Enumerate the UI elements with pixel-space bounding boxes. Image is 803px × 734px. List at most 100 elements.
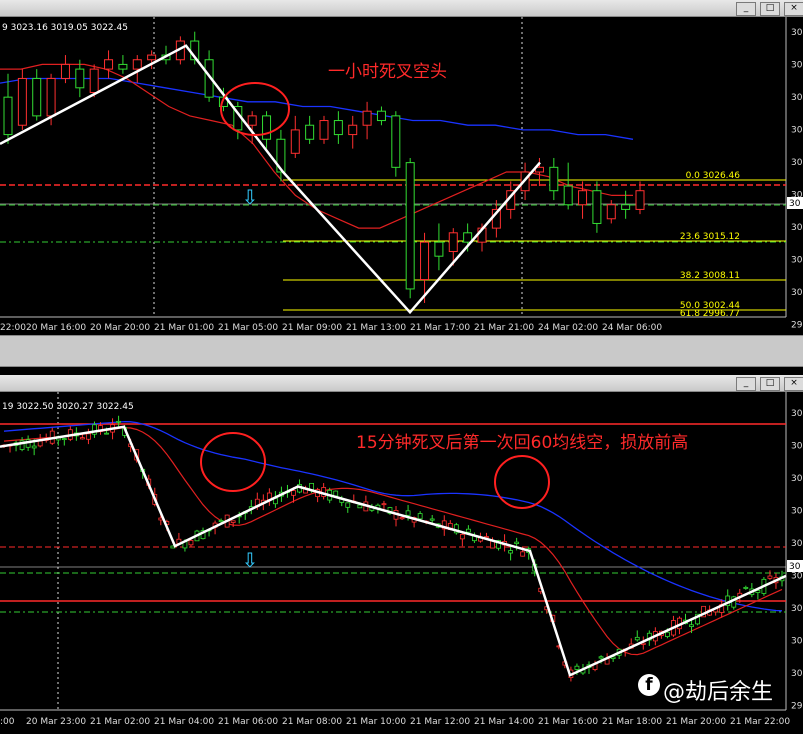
candle-body[interactable] <box>592 190 602 224</box>
fib-level-label: 38.2 3008.11 <box>680 271 740 281</box>
candle-body[interactable] <box>549 166 559 192</box>
candle-body[interactable] <box>357 504 363 509</box>
bottom-window-titlebar[interactable]: _ □ × <box>0 375 803 392</box>
y-tick-label: 30 <box>791 669 803 679</box>
x-tick-label: 24 Mar 02:00 <box>538 323 598 333</box>
candle-body[interactable] <box>743 586 749 589</box>
restore-button[interactable]: □ <box>760 377 780 391</box>
candle-body[interactable] <box>391 115 401 168</box>
candle-body[interactable] <box>417 513 423 520</box>
candle-body[interactable] <box>291 490 296 496</box>
x-tick-label: 21 Mar 16:00 <box>538 717 598 727</box>
candle-body[interactable] <box>514 541 520 544</box>
candle-body[interactable] <box>420 241 430 281</box>
candle-body[interactable] <box>459 534 465 540</box>
candle-body[interactable] <box>621 204 631 210</box>
x-tick-label: 21 Mar 08:00 <box>282 717 342 727</box>
candle-body[interactable] <box>767 575 773 579</box>
candle-body[interactable] <box>665 631 670 637</box>
annotation-15m: 15分钟死叉后第一次回60均线空，损放前高 <box>356 433 689 453</box>
x-tick-label: 21 Mar 05:00 <box>218 323 278 333</box>
candle-body[interactable] <box>508 550 514 554</box>
x-tick-label: 21 Mar 17:00 <box>410 323 470 333</box>
candle-body[interactable] <box>305 124 315 140</box>
candle-body[interactable] <box>520 551 526 557</box>
y-tick-label: 30 <box>791 223 803 233</box>
candle-body[interactable] <box>31 445 37 449</box>
candle-body[interactable] <box>188 540 194 546</box>
candle-body[interactable] <box>290 129 300 154</box>
candle-body[interactable] <box>376 110 386 122</box>
x-tick-label: 21 Mar 18:00 <box>602 717 662 727</box>
candle-body[interactable] <box>218 520 224 523</box>
candle-body[interactable] <box>17 77 27 126</box>
x-tick-label: 21 Mar 04:00 <box>154 717 214 727</box>
x-tick-label: 21 Mar 13:00 <box>346 323 406 333</box>
candle-body[interactable] <box>247 115 257 126</box>
x-tick-label: 20 Mar 16:00 <box>26 323 86 333</box>
x-tick-label: 20 Mar 20:00 <box>90 323 150 333</box>
candle-body[interactable] <box>60 63 70 79</box>
x-tick-label: 21 Mar 02:00 <box>90 717 150 727</box>
candle-body[interactable] <box>429 518 435 521</box>
x-tick-label: 21 Mar 22:00 <box>730 717 790 727</box>
candle-body[interactable] <box>463 232 473 243</box>
candle-body[interactable] <box>598 656 604 659</box>
candle-body[interactable] <box>80 437 85 440</box>
candle-body[interactable] <box>574 665 580 670</box>
candle-body[interactable] <box>689 624 694 627</box>
candle-body[interactable] <box>104 59 114 70</box>
candle-body[interactable] <box>362 110 372 126</box>
candle-body[interactable] <box>563 185 573 206</box>
candle-body[interactable] <box>578 190 588 206</box>
candle-body[interactable] <box>104 432 109 435</box>
candle-body[interactable] <box>448 232 458 253</box>
chart-pane-1h[interactable]: 9 3023.16 3019.05 3022.45 30 30 30 30 30 30 30… <box>0 17 803 335</box>
candle-body[interactable] <box>75 68 85 89</box>
candle-body[interactable] <box>147 54 157 61</box>
candle-body[interactable] <box>333 490 339 497</box>
y-tick-label: 30 <box>791 507 803 517</box>
close-button[interactable]: × <box>784 377 803 391</box>
candle-body[interactable] <box>434 241 444 257</box>
top-window-titlebar[interactable]: _ □ × <box>0 0 803 17</box>
minimize-button[interactable]: _ <box>736 2 756 16</box>
x-tick-label: 21 Mar 06:00 <box>218 717 278 727</box>
candle-body[interactable] <box>319 120 329 140</box>
candle-body[interactable] <box>262 115 272 140</box>
current-price-label: 30 <box>789 199 801 209</box>
candle-body[interactable] <box>132 59 142 70</box>
candle-body[interactable] <box>405 510 411 516</box>
restore-button[interactable]: □ <box>760 2 780 16</box>
candle-body[interactable] <box>381 503 387 506</box>
candle-body[interactable] <box>348 124 358 136</box>
candle-body[interactable] <box>635 190 645 210</box>
candle-body[interactable] <box>399 517 405 520</box>
candle-body[interactable] <box>116 420 121 423</box>
candle-body[interactable] <box>86 433 91 440</box>
candle-body[interactable] <box>345 502 351 508</box>
candle-body[interactable] <box>46 77 56 117</box>
down-arrow-icon: ⇩ <box>242 548 259 572</box>
x-tick-label: :00 <box>0 717 15 727</box>
candle-body[interactable] <box>3 96 13 136</box>
candle-body[interactable] <box>37 440 43 447</box>
watermark-text: @劫后余生 <box>663 680 774 705</box>
x-tick-label: 21 Mar 21:00 <box>474 323 534 333</box>
death-cross-circle <box>220 82 290 136</box>
candle-body[interactable] <box>634 636 640 641</box>
candle-body[interactable] <box>230 520 236 523</box>
candle-body[interactable] <box>89 68 99 93</box>
minimize-button[interactable]: _ <box>736 377 756 391</box>
candle-body[interactable] <box>606 204 616 220</box>
candle-body[interactable] <box>465 528 471 533</box>
candle-body[interactable] <box>61 438 67 441</box>
candle-body[interactable] <box>333 120 343 136</box>
close-button[interactable]: × <box>784 2 803 16</box>
candle-body[interactable] <box>118 63 128 70</box>
y-tick-label: 30 <box>791 539 803 549</box>
candle-body[interactable] <box>32 77 42 117</box>
candle-body[interactable] <box>405 162 415 290</box>
pane-divider[interactable] <box>0 335 803 367</box>
y-tick-label: 30 <box>791 256 803 266</box>
